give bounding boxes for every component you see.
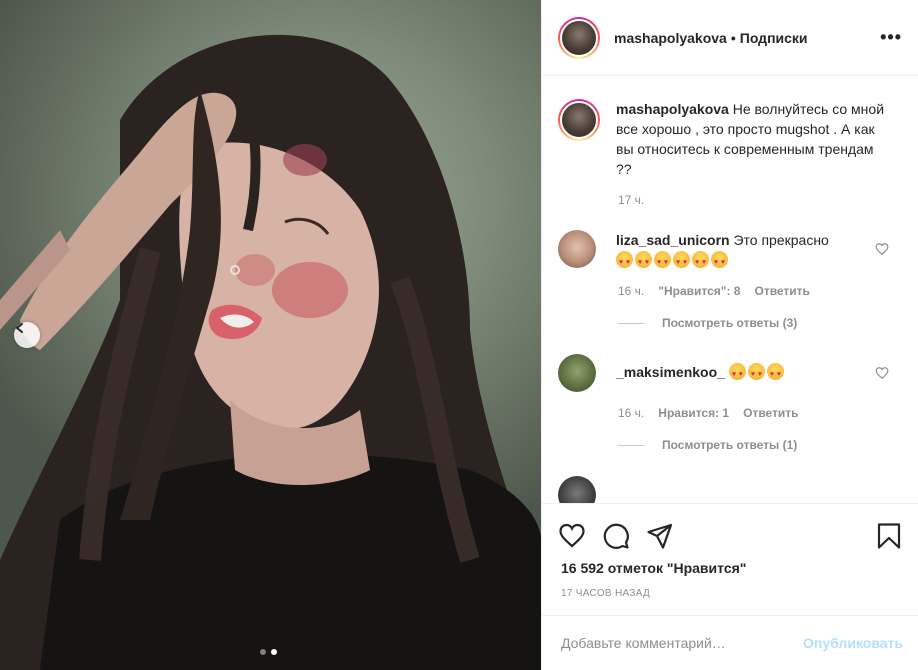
post-time[interactable]: 17 ЧАСОВ НАЗАД [542, 576, 918, 599]
heart-eyes-emoji-icon [616, 251, 633, 273]
comment-likes[interactable]: "Нравится": 8 [658, 284, 740, 298]
publish-button[interactable]: Опубликовать [803, 635, 903, 651]
comment-time[interactable]: 16 ч. [618, 284, 644, 298]
comment-like-heart-icon[interactable] [875, 242, 889, 256]
author-username[interactable]: mashapolyakova [614, 30, 727, 46]
view-replies[interactable]: Посмотреть ответы (3) [618, 316, 918, 330]
view-replies-label[interactable]: Посмотреть ответы (3) [662, 316, 797, 330]
view-replies[interactable]: Посмотреть ответы (1) [618, 438, 918, 452]
caption-text-block: mashapolyakova Не волнуйтесь со мной все… [616, 99, 886, 179]
author-avatar-image [560, 18, 598, 57]
bookmark-icon[interactable] [875, 522, 903, 550]
comment-likes[interactable]: Нравится: 1 [658, 406, 729, 420]
caption-avatar[interactable] [558, 99, 600, 141]
commenter-avatar[interactable] [558, 354, 596, 392]
comment-username[interactable]: _maksimenkoo_ [616, 364, 725, 380]
heart-eyes-emoji-icon [728, 363, 746, 385]
chevron-left-icon [15, 323, 23, 333]
comment-username[interactable]: liza_sad_unicorn [616, 232, 730, 248]
post-panel: mashapolyakova • Подписки ••• mashapolya… [541, 0, 918, 670]
carousel-dot [260, 649, 266, 655]
replies-divider [618, 322, 644, 324]
heart-eyes-emoji-icon [766, 363, 784, 385]
commenter-avatar[interactable] [558, 476, 596, 503]
heart-icon[interactable] [558, 522, 586, 550]
comment-icon[interactable] [602, 522, 630, 550]
header-separator: • [730, 29, 736, 46]
share-icon[interactable] [646, 522, 674, 550]
comment-reply-button[interactable]: Ответить [743, 406, 798, 420]
comment-text-block: liza_sad_unicorn Это прекрасно [616, 230, 866, 273]
carousel-dot-active [271, 649, 277, 655]
post-actions-section: 16 592 отметок "Нравится" 17 ЧАСОВ НАЗАД [542, 503, 918, 599]
comment-item: _maksimenkoo_ [542, 354, 918, 392]
caption-avatar-image [560, 101, 598, 139]
likes-count[interactable]: 16 592 отметок "Нравится" [542, 556, 918, 576]
more-options-button[interactable]: ••• [880, 27, 902, 48]
emoji-group [728, 363, 786, 385]
heart-eyes-emoji-icon [673, 251, 690, 273]
post-header: mashapolyakova • Подписки ••• [542, 0, 918, 76]
comment-text: Это прекрасно [733, 232, 829, 248]
view-replies-label[interactable]: Посмотреть ответы (1) [662, 438, 797, 452]
follow-status[interactable]: Подписки [740, 30, 808, 46]
comment-like-heart-icon[interactable] [875, 366, 889, 380]
comment-meta: 16 ч. "Нравится": 8 Ответить [618, 284, 918, 298]
carousel-prev-button[interactable] [14, 322, 40, 348]
photo-illustration [0, 34, 541, 670]
caption-username[interactable]: mashapolyakova [616, 101, 729, 117]
comment-reply-button[interactable]: Ответить [754, 284, 809, 298]
caption-time[interactable]: 17 ч. [618, 193, 918, 207]
post-photo[interactable] [0, 0, 541, 670]
carousel-indicator [260, 649, 277, 655]
commenter-avatar[interactable] [558, 230, 596, 268]
author-avatar[interactable] [558, 16, 600, 59]
replies-divider [618, 444, 644, 446]
post-caption: mashapolyakova Не волнуйтесь со мной все… [542, 77, 918, 179]
emoji-group [616, 251, 730, 273]
comments-list[interactable]: mashapolyakova Не волнуйтесь со мной все… [542, 77, 918, 503]
comment-input[interactable] [561, 635, 796, 651]
action-bar [542, 504, 918, 556]
comment-text-block: _maksimenkoo_ [616, 354, 866, 392]
comment-item: liza_sad_unicorn Это прекрасно [542, 230, 918, 273]
comment-item-partial [542, 476, 918, 503]
add-comment-bar: Опубликовать [542, 615, 918, 670]
heart-eyes-emoji-icon [711, 251, 728, 273]
heart-eyes-emoji-icon [747, 363, 765, 385]
heart-eyes-emoji-icon [635, 251, 652, 273]
comment-time[interactable]: 16 ч. [618, 406, 644, 420]
heart-eyes-emoji-icon [654, 251, 671, 273]
comment-meta: 16 ч. Нравится: 1 Ответить [618, 406, 918, 420]
heart-eyes-emoji-icon [692, 251, 709, 273]
